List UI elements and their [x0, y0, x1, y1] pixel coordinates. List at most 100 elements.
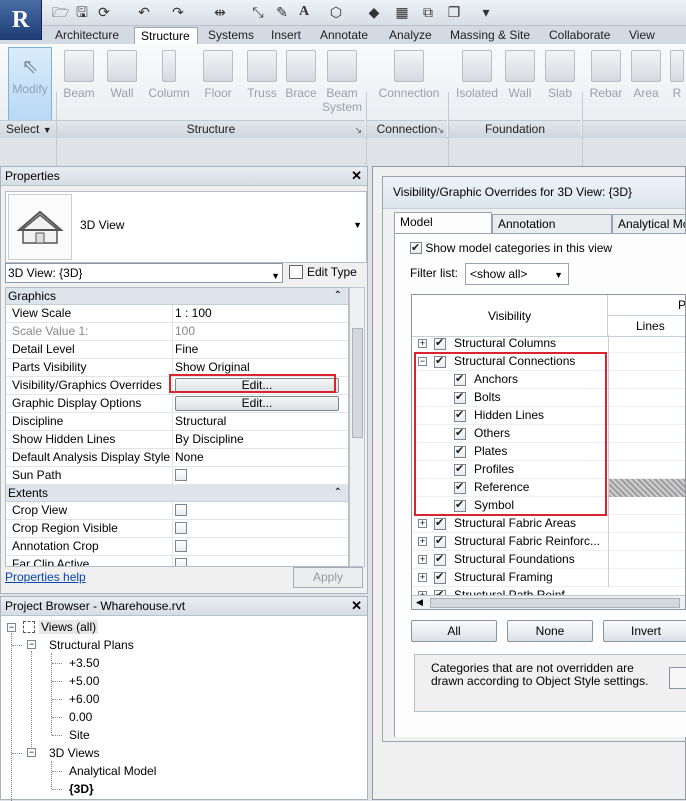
measure-icon[interactable]: ⤡ [250, 4, 266, 20]
select-panel-label[interactable]: Select ▼ [0, 120, 56, 138]
lines-cell[interactable] [608, 533, 685, 551]
table-row[interactable]: + Structural Foundations [412, 551, 685, 569]
table-horizontal-scrollbar[interactable]: ◀ [412, 595, 685, 609]
tree-3d-view-current[interactable]: {3D} [69, 781, 94, 797]
type-selector-box[interactable]: 3D View ▼ [5, 191, 367, 263]
apply-button[interactable]: Apply [293, 567, 363, 588]
isolated-button[interactable]: Isolated [452, 48, 502, 118]
visibility-checkbox[interactable] [434, 336, 446, 350]
lines-cell[interactable] [608, 425, 685, 443]
tab-analytical-model[interactable]: Analytical Mod [612, 214, 686, 234]
column-button[interactable]: Column [144, 48, 194, 118]
sync-icon[interactable]: ⟳ [96, 4, 112, 20]
wall-button[interactable]: Wall [102, 48, 142, 118]
lines-cell[interactable] [608, 353, 685, 371]
beam-button[interactable]: Beam [58, 48, 100, 118]
close-hidden-icon[interactable]: ⧉ [420, 4, 436, 20]
customize-dropdown-icon[interactable]: ▾ [478, 4, 494, 20]
lines-cell[interactable] [608, 497, 685, 515]
graphic-display-edit-button[interactable]: Edit... [175, 396, 339, 411]
tree-3d-views[interactable]: 3D Views [49, 745, 99, 761]
group-graphics[interactable]: Graphics ⌃ [6, 288, 348, 305]
close-icon[interactable]: ✕ [351, 597, 362, 615]
connection-button[interactable]: Connection [374, 48, 444, 118]
tree-plan-item[interactable]: Site [69, 727, 90, 743]
properties-help-link[interactable]: Properties help [5, 570, 86, 584]
lines-cell[interactable] [608, 551, 685, 569]
lines-cell[interactable] [608, 461, 685, 479]
type-selector-dropdown[interactable]: 3D View: {3D} ▼ [5, 263, 283, 283]
tab-systems[interactable]: Systems [208, 27, 268, 44]
dialog-launcher-icon[interactable]: ↘ [436, 122, 444, 138]
thin-lines-icon[interactable]: ▦ [394, 4, 410, 20]
hidden-lines-value[interactable]: By Discipline [172, 431, 348, 448]
view-scale-value[interactable]: 1 : 100 [172, 305, 348, 322]
scroll-left-icon[interactable]: ◀ [416, 597, 423, 608]
lines-cell[interactable] [608, 515, 685, 533]
app-logo[interactable]: R [0, 0, 42, 40]
dropdown-arrow-icon[interactable]: ▼ [353, 220, 362, 230]
lines-cell-hatched[interactable] [608, 479, 685, 497]
tab-collaborate[interactable]: Collaborate [549, 27, 619, 44]
redo-icon[interactable]: ↷ [170, 4, 186, 20]
show-categories-option[interactable]: Show model categories in this view [410, 240, 612, 256]
brace-button[interactable]: Brace [284, 48, 318, 118]
properties-scrollbar[interactable] [349, 287, 365, 567]
crop-region-checkbox[interactable] [175, 522, 187, 534]
tab-analyze[interactable]: Analyze [389, 27, 439, 44]
3d-view-icon[interactable]: ⬡ [328, 4, 344, 20]
lines-cell[interactable] [608, 443, 685, 461]
tab-structure[interactable]: Structure [134, 27, 198, 44]
align-icon[interactable]: ⇹ [212, 4, 228, 20]
edit-type-button[interactable]: Edit Type [289, 263, 357, 281]
tree-structural-plans[interactable]: Structural Plans [49, 637, 134, 653]
far-clip-checkbox[interactable] [175, 558, 187, 566]
collapse-icon[interactable]: ⌃ [334, 485, 342, 501]
expand-icon[interactable]: + [418, 573, 427, 582]
all-button[interactable]: All [411, 620, 497, 642]
tab-annotate[interactable]: Annotate [320, 27, 380, 44]
cut-off-button[interactable]: R [668, 48, 686, 118]
object-styles-button[interactable] [669, 667, 686, 689]
tab-view[interactable]: View [629, 27, 669, 44]
area-button[interactable]: Area [628, 48, 664, 118]
lines-cell[interactable] [608, 569, 685, 587]
group-extents[interactable]: Extents ⌃ [6, 485, 348, 502]
lines-cell[interactable] [608, 371, 685, 389]
slab-button[interactable]: Slab [540, 48, 580, 118]
visibility-checkbox[interactable] [434, 516, 446, 530]
tree-views-all[interactable]: Views (all) [23, 619, 99, 635]
beam-system-button[interactable]: Beam System [322, 48, 362, 118]
analysis-style-value[interactable]: None [172, 449, 348, 466]
modify-button[interactable]: ⇖ Modify [8, 47, 52, 121]
text-icon[interactable]: A [296, 4, 312, 20]
none-button[interactable]: None [507, 620, 593, 642]
tab-architecture[interactable]: Architecture [53, 27, 139, 44]
tree-plan-item[interactable]: 0.00 [69, 709, 92, 725]
lines-cell[interactable] [608, 335, 685, 353]
undo-icon[interactable]: ↶ [136, 4, 152, 20]
close-icon[interactable]: ✕ [351, 167, 362, 185]
lines-cell[interactable] [608, 389, 685, 407]
open-icon[interactable]: 🗁 [52, 4, 69, 20]
scrollbar-thumb[interactable] [352, 328, 363, 438]
tag-icon[interactable]: ✎ [274, 4, 290, 20]
tree-plan-item[interactable]: +5.00 [69, 673, 99, 689]
table-row[interactable]: + Structural Columns [412, 335, 685, 353]
rebar-button[interactable]: Rebar [586, 48, 626, 118]
invert-button[interactable]: Invert [603, 620, 686, 642]
table-row[interactable]: + Structural Fabric Reinforc... [412, 533, 685, 551]
lines-cell[interactable] [608, 407, 685, 425]
collapse-icon[interactable]: − [7, 623, 16, 632]
visibility-checkbox[interactable] [434, 552, 446, 566]
tab-insert[interactable]: Insert [271, 27, 315, 44]
expand-icon[interactable]: + [418, 555, 427, 564]
truss-button[interactable]: Truss [244, 48, 280, 118]
discipline-value[interactable]: Structural [172, 413, 348, 430]
expand-icon[interactable]: + [418, 537, 427, 546]
filter-dropdown[interactable]: <show all> ▼ [465, 263, 569, 285]
tab-massing-site[interactable]: Massing & Site [450, 27, 540, 44]
crop-view-checkbox[interactable] [175, 504, 187, 516]
sun-path-checkbox[interactable] [175, 469, 187, 481]
tree-plan-item[interactable]: +3.50 [69, 655, 99, 671]
